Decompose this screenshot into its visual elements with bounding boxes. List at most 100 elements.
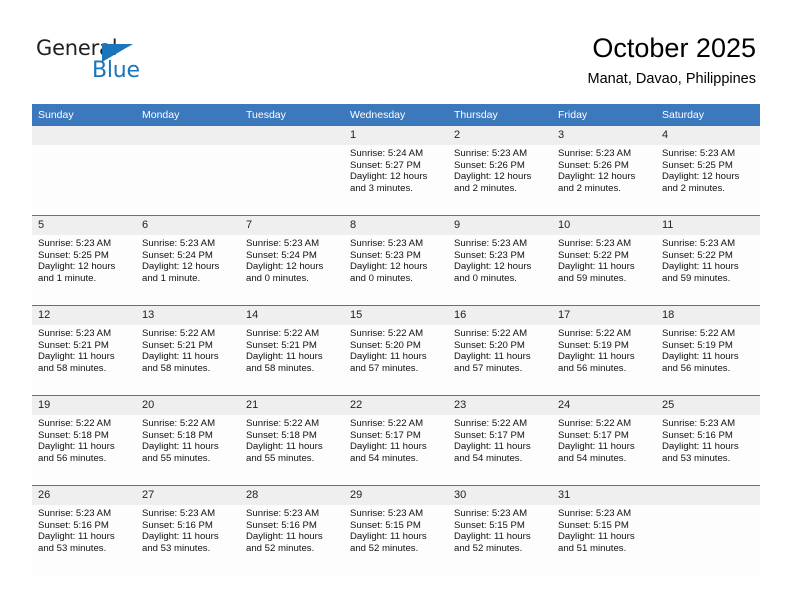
calendar-day-cell[interactable]: 15 Sunrise: 5:22 AM Sunset: 5:20 PM Dayligh… xyxy=(344,305,448,396)
calendar-day-cell[interactable]: 29 Sunrise: 5:23 AM Sunset: 5:15 PM Dayligh… xyxy=(344,485,448,575)
sunrise-time: Sunrise: 5:23 AM xyxy=(558,148,632,159)
calendar-day-cell[interactable]: 6 Sunrise: 5:23 AM Sunset: 5:24 PM Daylight… xyxy=(136,215,240,306)
day-cell-inner: 20 Sunrise: 5:22 AM Sunset: 5:18 PM Dayligh… xyxy=(136,396,240,485)
calendar-week-row: 5 Sunrise: 5:23 AM Sunset: 5:25 PM Daylight… xyxy=(32,215,760,306)
day-cell-inner: 3 Sunrise: 5:23 AM Sunset: 5:26 PM Daylight… xyxy=(552,126,656,215)
daylight-duration-line1: Daylight: 11 hours xyxy=(246,351,323,363)
weekday-header-thursday: Thursday xyxy=(448,104,552,126)
sunrise-time: Sunrise: 5:22 AM xyxy=(38,418,112,429)
daylight-duration-line1: Daylight: 12 hours xyxy=(454,171,532,183)
day-cell-inner: 10 Sunrise: 5:23 AM Sunset: 5:22 PM Dayligh… xyxy=(552,216,656,305)
sunrise-time: Sunrise: 5:23 AM xyxy=(454,508,528,519)
general-blue-logo[interactable]: General Blue xyxy=(36,36,166,84)
weekday-header-tuesday: Tuesday xyxy=(240,104,344,126)
daylight-duration-line1: Daylight: 11 hours xyxy=(558,531,635,543)
day-number: 31 xyxy=(552,486,656,505)
sunset-time: Sunset: 5:26 PM xyxy=(454,159,525,171)
day-number: 10 xyxy=(552,216,656,235)
calendar-day-cell[interactable]: 14 Sunrise: 5:22 AM Sunset: 5:21 PM Dayligh… xyxy=(240,305,344,396)
sunrise-time: Sunrise: 5:23 AM xyxy=(454,238,528,249)
page-subtitle: Manat, Davao, Philippines xyxy=(587,71,756,87)
calendar-day-cell[interactable]: 11 Sunrise: 5:23 AM Sunset: 5:22 PM Dayligh… xyxy=(656,215,760,306)
calendar-empty-cell xyxy=(32,126,136,216)
sunset-time: Sunset: 5:26 PM xyxy=(558,159,629,171)
day-details: Sunrise: 5:22 AM Sunset: 5:21 PM Daylight:… xyxy=(240,325,344,374)
daylight-duration-line1: Daylight: 12 hours xyxy=(142,261,220,273)
day-number: 17 xyxy=(552,306,656,325)
calendar-day-cell[interactable]: 19 Sunrise: 5:22 AM Sunset: 5:18 PM Dayligh… xyxy=(32,395,136,486)
day-details: Sunrise: 5:23 AM Sunset: 5:24 PM Daylight:… xyxy=(136,235,240,284)
sunrise-time: Sunrise: 5:23 AM xyxy=(350,508,424,519)
calendar-day-cell[interactable]: 31 Sunrise: 5:23 AM Sunset: 5:15 PM Dayligh… xyxy=(552,485,656,575)
day-cell-inner: 31 Sunrise: 5:23 AM Sunset: 5:15 PM Dayligh… xyxy=(552,486,656,575)
calendar-day-cell[interactable]: 27 Sunrise: 5:23 AM Sunset: 5:16 PM Dayligh… xyxy=(136,485,240,575)
sunset-time: Sunset: 5:16 PM xyxy=(38,519,109,531)
daylight-duration-line2: and 57 minutes. xyxy=(350,362,419,374)
calendar-day-cell[interactable]: 3 Sunrise: 5:23 AM Sunset: 5:26 PM Daylight… xyxy=(552,126,656,216)
daylight-duration-line2: and 52 minutes. xyxy=(350,542,419,554)
sunrise-time: Sunrise: 5:23 AM xyxy=(246,238,320,249)
day-number: 30 xyxy=(448,486,552,505)
calendar-day-cell[interactable]: 22 Sunrise: 5:22 AM Sunset: 5:17 PM Dayligh… xyxy=(344,395,448,486)
sunset-time: Sunset: 5:23 PM xyxy=(350,249,421,261)
calendar-day-cell[interactable]: 20 Sunrise: 5:22 AM Sunset: 5:18 PM Dayligh… xyxy=(136,395,240,486)
day-details: Sunrise: 5:23 AM Sunset: 5:23 PM Daylight:… xyxy=(344,235,448,284)
calendar-day-cell[interactable]: 21 Sunrise: 5:22 AM Sunset: 5:18 PM Dayligh… xyxy=(240,395,344,486)
daylight-duration-line2: and 0 minutes. xyxy=(454,272,517,284)
day-number xyxy=(136,126,240,145)
calendar-day-cell[interactable]: 17 Sunrise: 5:22 AM Sunset: 5:19 PM Dayligh… xyxy=(552,305,656,396)
sunrise-time: Sunrise: 5:22 AM xyxy=(350,418,424,429)
day-details: Sunrise: 5:23 AM Sunset: 5:25 PM Daylight:… xyxy=(656,145,760,194)
day-details: Sunrise: 5:23 AM Sunset: 5:21 PM Daylight:… xyxy=(32,325,136,374)
day-number: 5 xyxy=(32,216,136,235)
calendar-day-cell[interactable]: 10 Sunrise: 5:23 AM Sunset: 5:22 PM Dayligh… xyxy=(552,215,656,306)
calendar-day-cell[interactable]: 28 Sunrise: 5:23 AM Sunset: 5:16 PM Dayligh… xyxy=(240,485,344,575)
calendar-day-cell[interactable]: 12 Sunrise: 5:23 AM Sunset: 5:21 PM Dayligh… xyxy=(32,305,136,396)
calendar-day-cell[interactable]: 26 Sunrise: 5:23 AM Sunset: 5:16 PM Dayligh… xyxy=(32,485,136,575)
day-cell-inner: 2 Sunrise: 5:23 AM Sunset: 5:26 PM Daylight… xyxy=(448,126,552,215)
daylight-duration-line2: and 53 minutes. xyxy=(38,542,107,554)
calendar-empty-cell xyxy=(656,485,760,575)
sunset-time: Sunset: 5:25 PM xyxy=(662,159,733,171)
calendar-day-cell[interactable]: 30 Sunrise: 5:23 AM Sunset: 5:15 PM Dayligh… xyxy=(448,485,552,575)
day-details: Sunrise: 5:23 AM Sunset: 5:15 PM Daylight:… xyxy=(448,505,552,554)
calendar-day-cell[interactable]: 24 Sunrise: 5:22 AM Sunset: 5:17 PM Dayligh… xyxy=(552,395,656,486)
sunset-time: Sunset: 5:16 PM xyxy=(142,519,213,531)
calendar-empty-cell xyxy=(240,126,344,216)
calendar-day-cell[interactable]: 16 Sunrise: 5:22 AM Sunset: 5:20 PM Dayligh… xyxy=(448,305,552,396)
daylight-duration-line1: Daylight: 11 hours xyxy=(662,441,739,453)
calendar-day-cell[interactable]: 2 Sunrise: 5:23 AM Sunset: 5:26 PM Daylight… xyxy=(448,126,552,216)
daylight-duration-line2: and 1 minute. xyxy=(142,272,201,284)
sunset-time: Sunset: 5:17 PM xyxy=(350,429,421,441)
day-number: 8 xyxy=(344,216,448,235)
calendar-day-cell[interactable]: 4 Sunrise: 5:23 AM Sunset: 5:25 PM Daylight… xyxy=(656,126,760,216)
daylight-duration-line1: Daylight: 11 hours xyxy=(142,351,219,363)
calendar-day-cell[interactable]: 23 Sunrise: 5:22 AM Sunset: 5:17 PM Dayligh… xyxy=(448,395,552,486)
calendar-day-cell[interactable]: 1 Sunrise: 5:24 AM Sunset: 5:27 PM Daylight… xyxy=(344,126,448,216)
weekday-header-row: Sunday Monday Tuesday Wednesday Thursday Frid… xyxy=(32,104,760,126)
calendar-day-cell[interactable]: 18 Sunrise: 5:22 AM Sunset: 5:19 PM Dayligh… xyxy=(656,305,760,396)
calendar-day-cell[interactable]: 13 Sunrise: 5:22 AM Sunset: 5:21 PM Dayligh… xyxy=(136,305,240,396)
sunset-time: Sunset: 5:18 PM xyxy=(38,429,109,441)
calendar-day-cell[interactable]: 7 Sunrise: 5:23 AM Sunset: 5:24 PM Daylight… xyxy=(240,215,344,306)
day-number: 25 xyxy=(656,396,760,415)
day-number: 23 xyxy=(448,396,552,415)
sunrise-time: Sunrise: 5:22 AM xyxy=(558,418,632,429)
day-number: 15 xyxy=(344,306,448,325)
daylight-duration-line1: Daylight: 12 hours xyxy=(38,261,116,273)
daylight-duration-line1: Daylight: 12 hours xyxy=(350,261,428,273)
sunset-time: Sunset: 5:27 PM xyxy=(350,159,421,171)
daylight-duration-line1: Daylight: 12 hours xyxy=(350,171,428,183)
calendar-day-cell[interactable]: 5 Sunrise: 5:23 AM Sunset: 5:25 PM Daylight… xyxy=(32,215,136,306)
daylight-duration-line1: Daylight: 11 hours xyxy=(246,531,323,543)
calendar-week-row: 1 Sunrise: 5:24 AM Sunset: 5:27 PM Daylight… xyxy=(32,126,760,216)
day-number: 7 xyxy=(240,216,344,235)
calendar-day-cell[interactable]: 9 Sunrise: 5:23 AM Sunset: 5:23 PM Daylight… xyxy=(448,215,552,306)
day-cell-inner: 17 Sunrise: 5:22 AM Sunset: 5:19 PM Dayligh… xyxy=(552,306,656,395)
sunset-time: Sunset: 5:22 PM xyxy=(558,249,629,261)
sunset-time: Sunset: 5:15 PM xyxy=(350,519,421,531)
daylight-duration-line2: and 0 minutes. xyxy=(350,272,413,284)
calendar-day-cell[interactable]: 25 Sunrise: 5:23 AM Sunset: 5:16 PM Dayligh… xyxy=(656,395,760,486)
calendar-day-cell[interactable]: 8 Sunrise: 5:23 AM Sunset: 5:23 PM Daylight… xyxy=(344,215,448,306)
day-number: 12 xyxy=(32,306,136,325)
